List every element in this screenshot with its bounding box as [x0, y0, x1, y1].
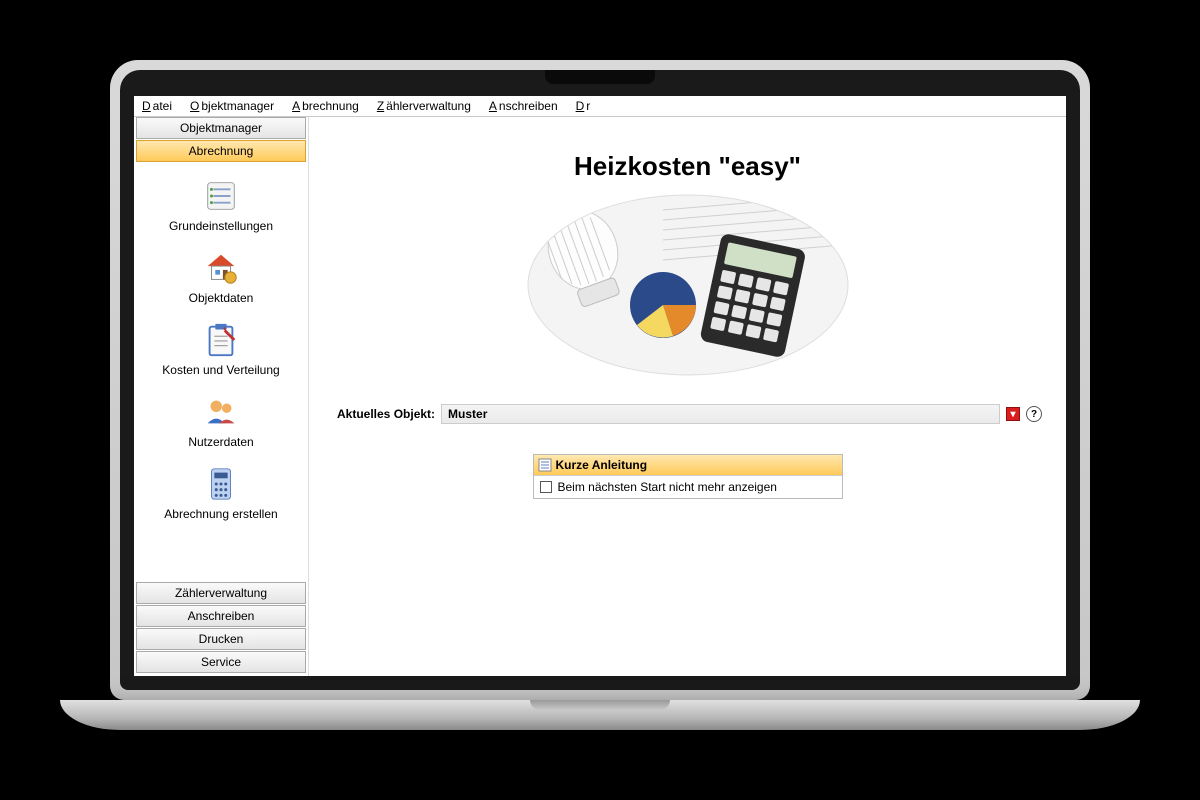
sidebar-item-label: Abrechnung erstellen [138, 507, 304, 521]
nav-service[interactable]: Service [136, 651, 306, 673]
checklist-icon [202, 177, 240, 215]
current-object-label: Aktuelles Objekt: [337, 407, 435, 421]
current-object-field[interactable]: Muster [441, 404, 1000, 424]
people-icon [202, 393, 240, 431]
menu-zaehlerverwaltung[interactable]: Zählerverwaltung [375, 98, 475, 114]
object-dropdown-button[interactable]: ▾ [1006, 407, 1020, 421]
sidebar-item-objektdaten[interactable]: Objektdaten [134, 243, 308, 315]
app-body: Objektmanager Abrechnung Grundeinstellun… [134, 117, 1066, 676]
nav-zaehlerverwaltung[interactable]: Zählerverwaltung [136, 582, 306, 604]
hide-on-start-label: Beim nächsten Start nicht mehr anzeigen [558, 480, 777, 494]
screen-bezel: Datei Objektmanager Abrechnung Zählerver… [120, 70, 1080, 690]
sidebar-item-grundeinstellungen[interactable]: Grundeinstellungen [134, 171, 308, 243]
menu-objektmanager[interactable]: Objektmanager [188, 98, 278, 114]
laptop-frame: Datei Objektmanager Abrechnung Zählerver… [110, 60, 1090, 740]
sidebar-item-label: Kosten und Verteilung [138, 363, 304, 377]
menu-anschreiben[interactable]: Anschreiben [487, 98, 562, 114]
nav-anschreiben[interactable]: Anschreiben [136, 605, 306, 627]
current-object-row: Aktuelles Objekt: Muster ▾ ? [337, 404, 1042, 424]
screen: Datei Objektmanager Abrechnung Zählerver… [134, 96, 1066, 676]
sidebar-top-nav: Objektmanager Abrechnung [134, 117, 308, 163]
sidebar-item-label: Nutzerdaten [138, 435, 304, 449]
sidebar-bottom-nav: Zählerverwaltung Anschreiben Drucken Ser… [134, 582, 308, 676]
main-panel: Heizkosten "easy" [309, 117, 1066, 676]
sidebar-item-kosten[interactable]: Kosten und Verteilung [134, 315, 308, 387]
menu-abrechnung[interactable]: Abrechnung [290, 98, 363, 114]
house-icon [202, 249, 240, 287]
menu-drucken[interactable]: Dr [574, 98, 595, 114]
sidebar-items: Grundeinstellungen Objektdaten [134, 163, 308, 535]
sidebar-item-abrechnung-erstellen[interactable]: Abrechnung erstellen [134, 459, 308, 531]
hero-illustration [523, 190, 853, 380]
calculator-icon [202, 465, 240, 503]
nav-abrechnung[interactable]: Abrechnung [136, 140, 306, 162]
quick-guide-title: Kurze Anleitung [556, 458, 648, 472]
sidebar: Objektmanager Abrechnung Grundeinstellun… [134, 117, 309, 676]
clipboard-icon [202, 321, 240, 359]
laptop-lid: Datei Objektmanager Abrechnung Zählerver… [110, 60, 1090, 700]
hide-on-start-checkbox[interactable] [540, 481, 552, 493]
sidebar-item-label: Grundeinstellungen [138, 219, 304, 233]
sidebar-item-label: Objektdaten [138, 291, 304, 305]
hide-on-start-row: Beim nächsten Start nicht mehr anzeigen [534, 476, 842, 498]
page-title: Heizkosten "easy" [333, 151, 1042, 182]
guide-icon [538, 458, 552, 472]
nav-objektmanager[interactable]: Objektmanager [136, 117, 306, 139]
menubar: Datei Objektmanager Abrechnung Zählerver… [134, 96, 1066, 117]
app-window: Datei Objektmanager Abrechnung Zählerver… [134, 96, 1066, 676]
quick-guide-box: Kurze Anleitung Beim nächsten Start nich… [533, 454, 843, 499]
nav-drucken[interactable]: Drucken [136, 628, 306, 650]
help-icon[interactable]: ? [1026, 406, 1042, 422]
camera-notch [545, 70, 655, 84]
menu-datei[interactable]: Datei [140, 98, 176, 114]
laptop-base [60, 700, 1140, 730]
quick-guide-button[interactable]: Kurze Anleitung [534, 455, 842, 476]
sidebar-item-nutzerdaten[interactable]: Nutzerdaten [134, 387, 308, 459]
